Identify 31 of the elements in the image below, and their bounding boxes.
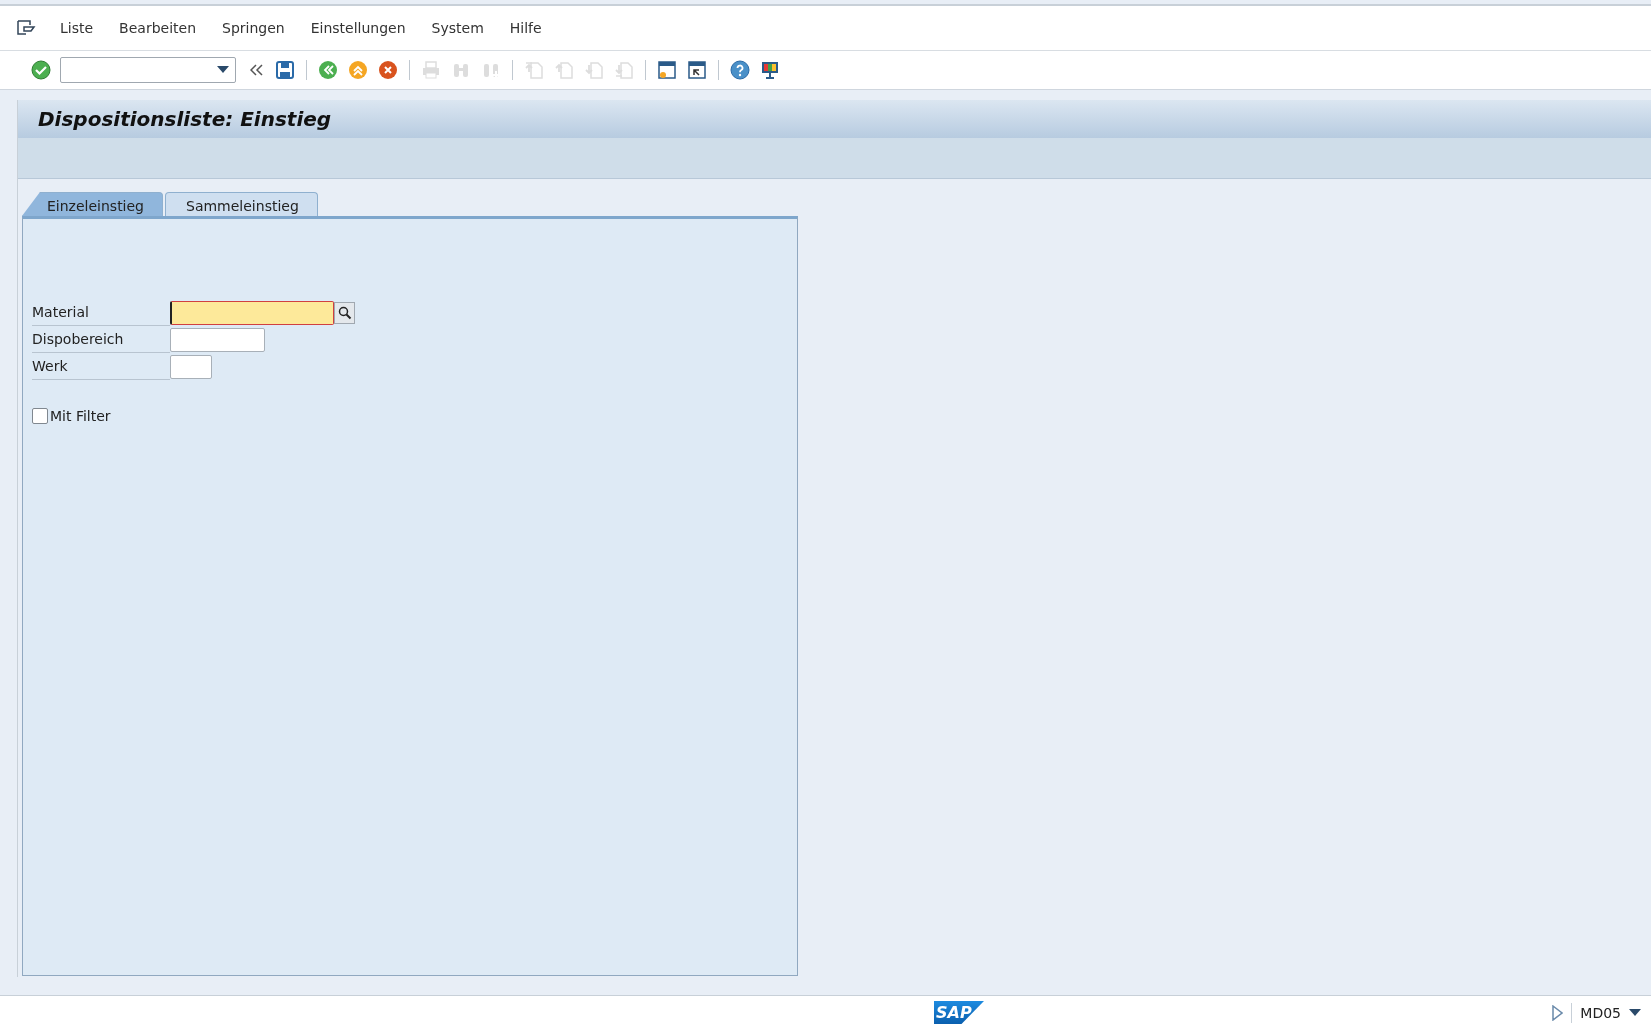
help-icon[interactable] xyxy=(729,59,751,81)
save-icon[interactable] xyxy=(274,59,296,81)
checkbox[interactable] xyxy=(32,408,48,424)
menu-item[interactable]: Liste xyxy=(60,20,94,36)
input-field[interactable] xyxy=(170,354,212,379)
menu-item[interactable]: Bearbeiten xyxy=(119,20,196,36)
input-field[interactable] xyxy=(170,300,334,325)
logo: SAP xyxy=(934,1001,984,1024)
new-window-icon[interactable] xyxy=(656,59,678,81)
menu-icon[interactable] xyxy=(16,19,36,37)
screen-title: Dispositionsliste: Einstieg xyxy=(18,100,1651,138)
menu-item[interactable]: Hilfe xyxy=(509,20,542,36)
dropdown-icon[interactable] xyxy=(217,66,229,74)
command-field[interactable] xyxy=(60,57,236,83)
expand-icon[interactable] xyxy=(1551,1004,1564,1021)
dropdown-icon[interactable] xyxy=(1629,1008,1641,1017)
checkmark-icon[interactable] xyxy=(30,59,52,81)
input-field[interactable] xyxy=(170,327,265,352)
menu-item[interactable]: System xyxy=(431,20,484,36)
tab[interactable]: Einzeleinstieg xyxy=(22,192,163,216)
menu-item[interactable]: Springen xyxy=(222,20,285,36)
cancel-icon[interactable] xyxy=(377,59,399,81)
search-button[interactable] xyxy=(334,301,355,324)
checkbox-label: Mit Filter xyxy=(50,408,111,424)
transaction-code: MD05 xyxy=(1580,1004,1621,1021)
shortcut-icon[interactable] xyxy=(686,59,708,81)
monitor-icon[interactable] xyxy=(759,59,781,81)
tab[interactable]: Sammeleinstieg xyxy=(165,192,318,216)
exit-icon[interactable] xyxy=(347,59,369,81)
back-icon[interactable] xyxy=(317,59,339,81)
menu-item[interactable]: Einstellungen xyxy=(310,20,406,36)
